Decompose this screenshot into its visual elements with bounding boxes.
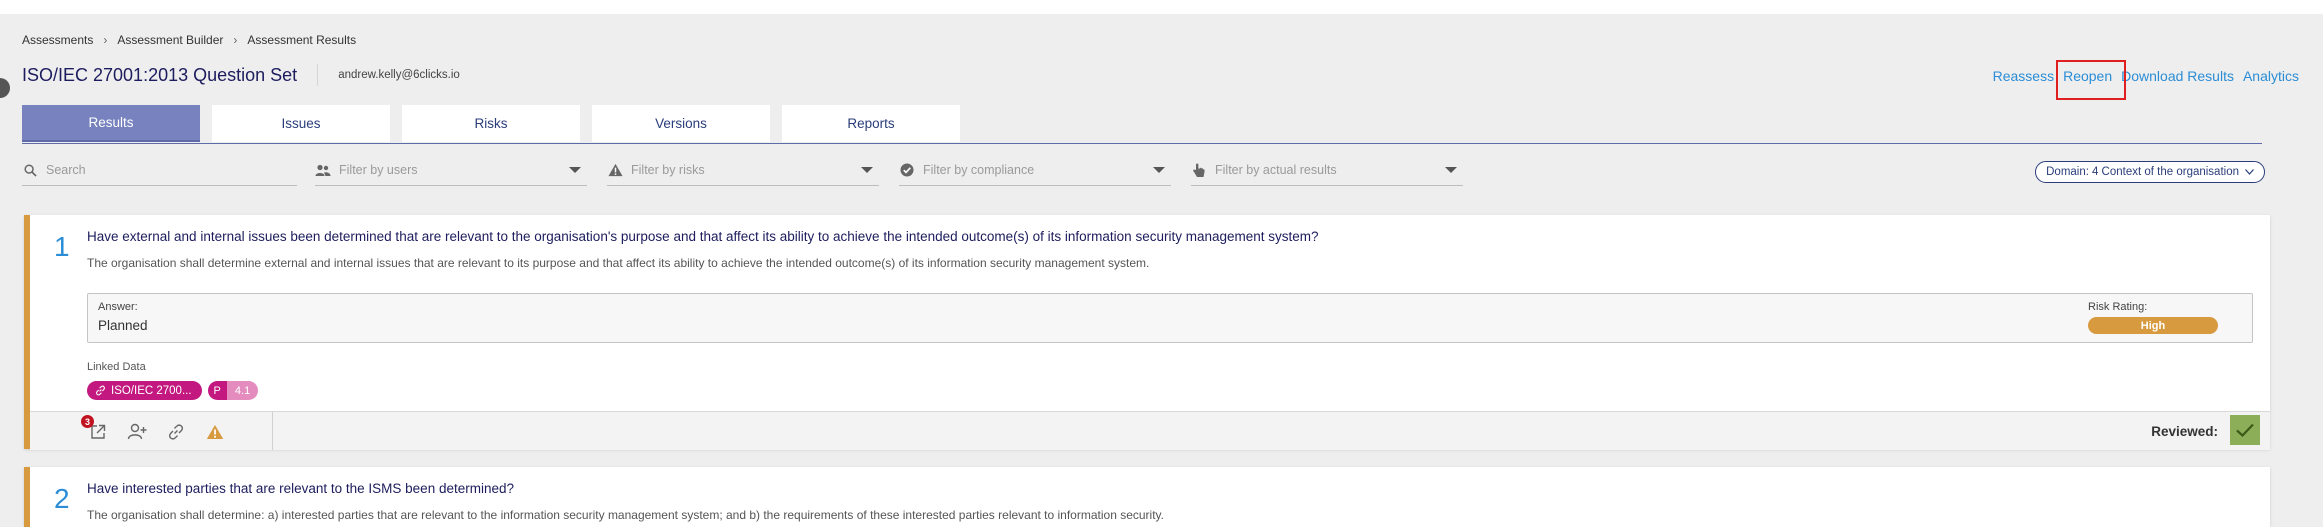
add-user-icon[interactable]: [126, 421, 148, 443]
filter-compliance-placeholder: Filter by compliance: [923, 163, 1035, 177]
domain-value: 4 Context of the organisation: [2091, 166, 2239, 178]
search-icon: [22, 162, 38, 178]
linked-standard-text: ISO/IEC 2700...: [111, 384, 192, 397]
risk-rating-badge: High: [2088, 317, 2218, 334]
search-input[interactable]: Search: [22, 155, 297, 186]
question-card: 2 Have interested parties that are relev…: [24, 467, 2270, 527]
answer-box[interactable]: Answer: Planned Risk Rating: High: [87, 293, 2253, 343]
answer-value: Planned: [98, 318, 148, 333]
linked-data-row: ISO/IEC 2700... P 4.1: [87, 381, 259, 400]
answer-label: Answer:: [98, 301, 138, 313]
filter-compliance-select[interactable]: Filter by compliance: [899, 155, 1171, 186]
question-toolbar: 3 Reviewed:: [30, 411, 2270, 450]
link-icon[interactable]: [165, 421, 187, 443]
hand-pointer-icon: [1191, 162, 1207, 178]
question-number: 1: [54, 231, 70, 262]
domain-label: Domain:: [2046, 166, 2089, 178]
question-description: The organisation shall determine: a) int…: [87, 508, 1164, 522]
filter-actual-results-placeholder: Filter by actual results: [1215, 163, 1337, 177]
tab-reports[interactable]: Reports: [782, 105, 960, 142]
page-title: ISO/IEC 27001:2013 Question Set: [22, 64, 298, 85]
check-circle-icon: [899, 162, 915, 178]
users-icon: [315, 162, 331, 178]
title-row: ISO/IEC 27001:2013 Question Set andrew.k…: [22, 64, 460, 86]
chevron-down-icon: [861, 167, 873, 173]
provision-value: 4.1: [226, 381, 259, 400]
filter-risks-placeholder: Filter by risks: [631, 163, 705, 177]
question-number: 2: [54, 483, 70, 514]
breadcrumb-assessment-builder[interactable]: Assessment Builder: [117, 33, 223, 47]
search-placeholder: Search: [46, 163, 86, 177]
reviewed-checkbox[interactable]: [2230, 415, 2260, 445]
domain-filter-pill[interactable]: Domain: 4 Context of the organisation: [2035, 161, 2265, 183]
warning-icon[interactable]: [204, 421, 226, 443]
filter-users-select[interactable]: Filter by users: [315, 155, 587, 186]
tab-results[interactable]: Results: [22, 105, 200, 142]
breadcrumb-assessments[interactable]: Assessments: [22, 33, 93, 47]
link-icon: [95, 385, 106, 396]
breadcrumb-assessment-results[interactable]: Assessment Results: [247, 33, 356, 47]
toolbar-divider: [272, 412, 273, 450]
external-link-icon[interactable]: 3: [81, 415, 109, 443]
tab-bar: Results Issues Risks Versions Reports: [22, 105, 972, 142]
reassess-link[interactable]: Reassess: [1993, 68, 2054, 84]
user-email: andrew.kelly@6clicks.io: [338, 69, 460, 81]
chevron-down-icon: [1445, 167, 1457, 173]
side-handle[interactable]: [0, 78, 10, 98]
tab-versions[interactable]: Versions: [592, 105, 770, 142]
linked-standard-chip[interactable]: ISO/IEC 2700...: [87, 381, 202, 400]
tab-issues[interactable]: Issues: [212, 105, 390, 142]
tabs-underline: [22, 143, 2262, 144]
warning-icon: [607, 162, 623, 178]
risk-rating-label: Risk Rating:: [2088, 301, 2148, 313]
provision-tag: P: [207, 381, 227, 400]
filter-users-placeholder: Filter by users: [339, 163, 418, 177]
chevron-right-icon: ›: [103, 33, 108, 47]
filter-actual-results-select[interactable]: Filter by actual results: [1191, 155, 1463, 186]
chevron-right-icon: ›: [233, 33, 238, 47]
question-title: Have external and internal issues been d…: [87, 229, 1319, 244]
question-description: The organisation shall determine externa…: [87, 256, 1150, 270]
tab-risks[interactable]: Risks: [402, 105, 580, 142]
question-card: 1 Have external and internal issues been…: [24, 215, 2270, 450]
chevron-down-icon: [569, 167, 581, 173]
filter-risks-select[interactable]: Filter by risks: [607, 155, 879, 186]
reopen-highlight-box: [2056, 60, 2126, 100]
analytics-link[interactable]: Analytics: [2243, 68, 2299, 84]
chevron-down-icon: [2245, 166, 2254, 178]
question-title: Have interested parties that are relevan…: [87, 481, 514, 496]
download-results-link[interactable]: Download Results: [2121, 68, 2234, 84]
chevron-down-icon: [1153, 167, 1165, 173]
issue-count-badge: 3: [81, 415, 94, 428]
linked-provision-chip[interactable]: P 4.1: [207, 381, 259, 400]
top-strip: [0, 0, 2323, 14]
toolbar-icons: 3: [81, 415, 243, 443]
top-actions: Reassess Reopen Download Results Analyti…: [1984, 68, 2299, 84]
linked-data-label: Linked Data: [87, 361, 146, 373]
divider: [317, 64, 319, 86]
reviewed-label: Reviewed:: [2151, 424, 2218, 439]
breadcrumb: Assessments › Assessment Builder › Asses…: [22, 33, 356, 47]
